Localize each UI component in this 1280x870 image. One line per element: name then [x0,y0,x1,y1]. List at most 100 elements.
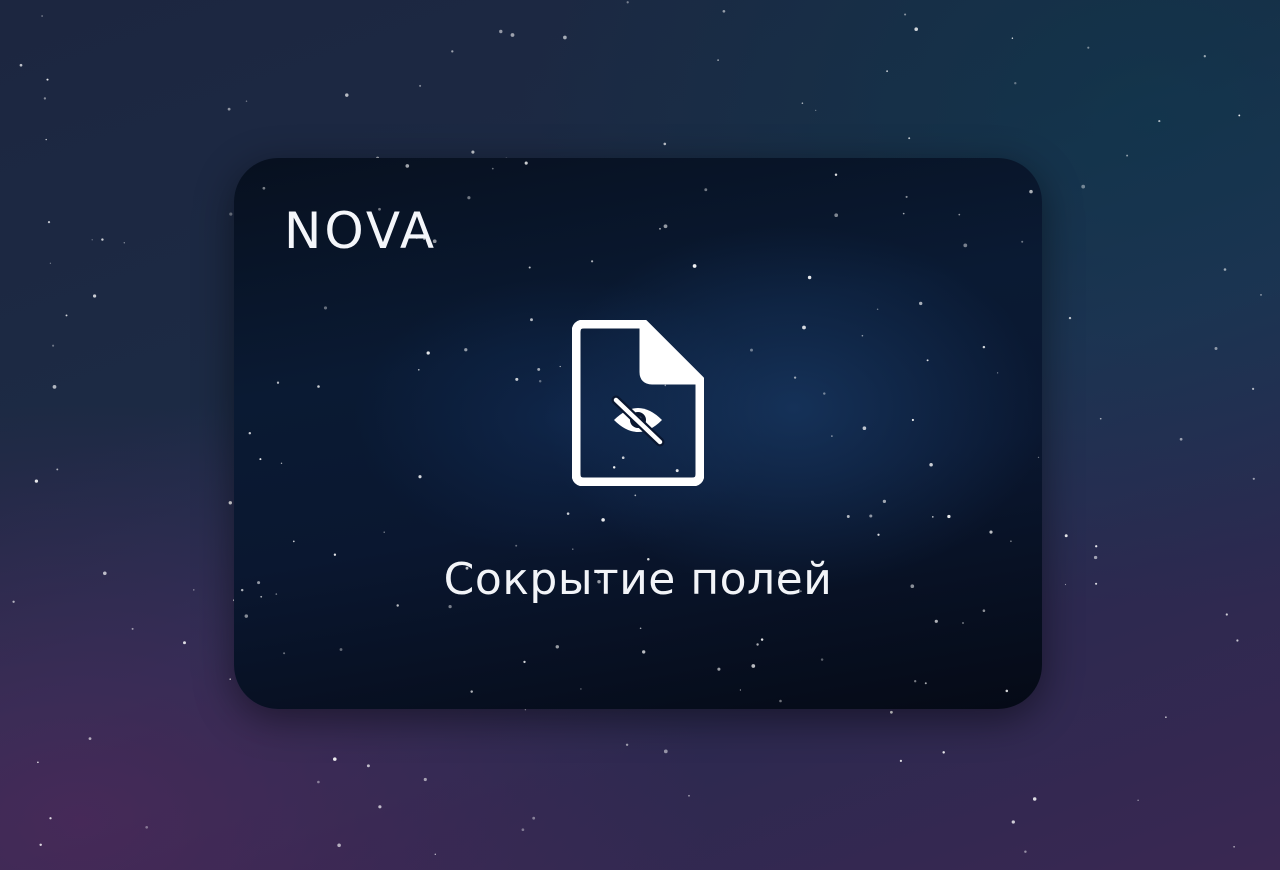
star [1214,347,1218,350]
star [47,221,51,224]
star [333,757,337,761]
star [345,93,349,97]
star [530,318,533,322]
star [1095,582,1098,585]
star [982,345,986,349]
star [1095,545,1098,548]
star [793,376,797,379]
star [510,33,515,37]
star [831,435,833,437]
star [572,548,574,550]
star [1238,114,1241,117]
star [1251,387,1255,391]
star [65,314,68,317]
star [1260,294,1262,296]
star [958,213,961,216]
star [1068,316,1072,320]
star [659,227,661,230]
star [882,499,887,504]
star [1158,120,1161,123]
star [846,515,850,518]
star [1099,417,1102,420]
star [590,260,594,263]
star [1064,583,1067,586]
star [1032,797,1037,801]
star [919,301,923,306]
star [491,167,494,170]
star [834,173,838,177]
star [1014,82,1017,85]
star [704,188,708,192]
star [722,9,726,13]
star [626,1,629,4]
star [815,109,817,112]
star [876,308,879,310]
star [283,652,286,655]
star [37,761,39,764]
star [823,392,826,395]
star [34,479,39,483]
star [1021,240,1024,243]
star [1029,189,1033,194]
star [317,780,320,784]
star [1011,820,1015,824]
star [1005,689,1009,693]
star [423,777,427,782]
star [663,142,667,146]
star [537,367,541,371]
star [19,63,23,67]
star [1236,639,1239,642]
document-hidden-eye-icon [572,320,704,486]
star [801,102,804,104]
star [467,196,471,200]
star [378,805,382,809]
star [904,13,907,16]
star [229,678,231,680]
star [942,751,945,754]
star [532,816,536,820]
star [861,334,864,337]
star [470,690,473,693]
star [717,667,721,671]
star [183,641,186,645]
star [405,164,410,168]
star [834,213,839,218]
star [123,242,125,244]
star [323,306,328,310]
star [41,15,43,17]
star [1037,456,1040,459]
star [1011,37,1014,39]
star [1093,555,1098,560]
star [1223,268,1227,271]
star [262,186,266,190]
star [515,544,518,547]
star [717,59,719,61]
star [1010,540,1012,543]
star [1064,534,1068,538]
star [1225,613,1228,616]
star [1087,46,1090,49]
star [807,275,812,280]
star [931,516,934,518]
star [634,494,637,497]
brand-logo: NOVA [284,202,438,260]
star [45,138,47,141]
star [962,622,964,624]
star [601,518,605,522]
star [914,680,917,683]
star [914,27,918,31]
star [779,699,782,703]
star [227,107,231,111]
star [92,294,97,298]
star [292,540,295,543]
star [688,794,690,797]
star [276,381,280,384]
star [663,749,668,754]
star [523,660,526,664]
star [451,50,454,53]
star [692,264,697,268]
star [566,512,570,515]
star [996,372,999,374]
star [1252,477,1255,480]
star [56,468,59,471]
